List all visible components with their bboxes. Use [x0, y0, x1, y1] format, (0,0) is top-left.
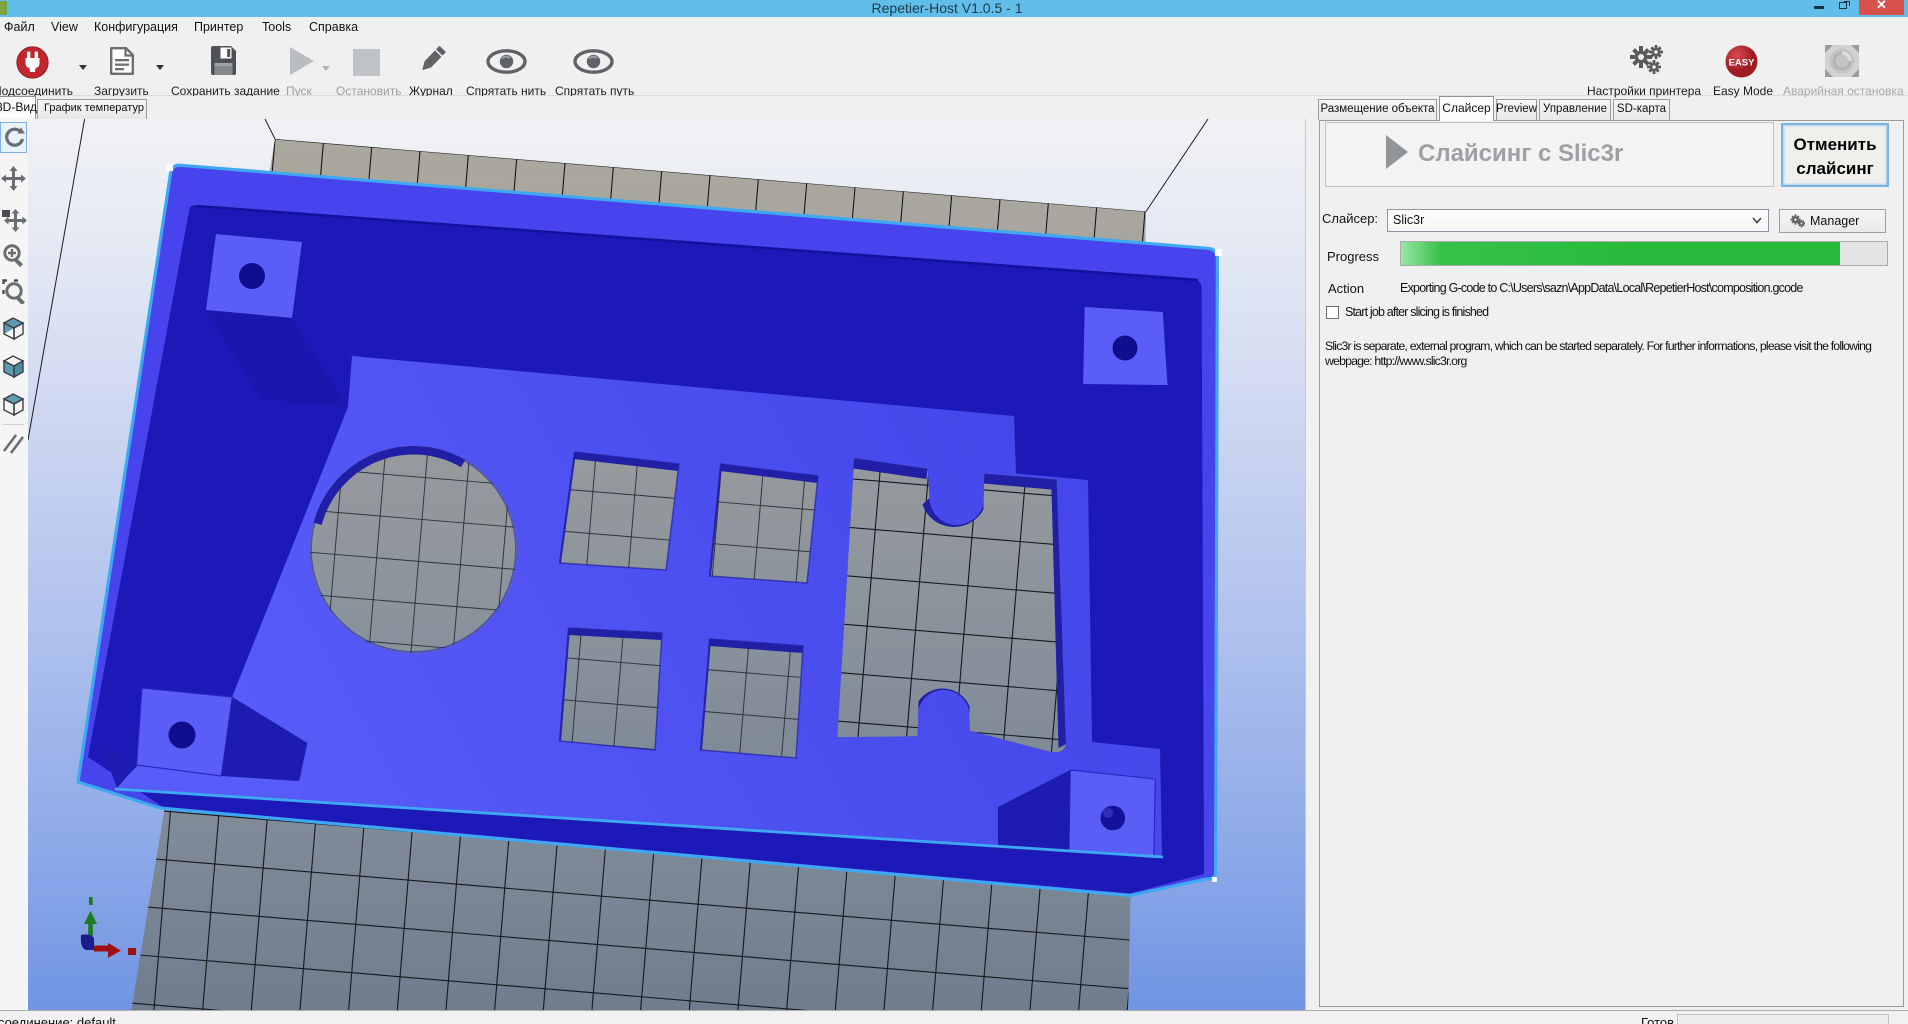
svg-text:EASY: EASY: [1729, 58, 1756, 69]
